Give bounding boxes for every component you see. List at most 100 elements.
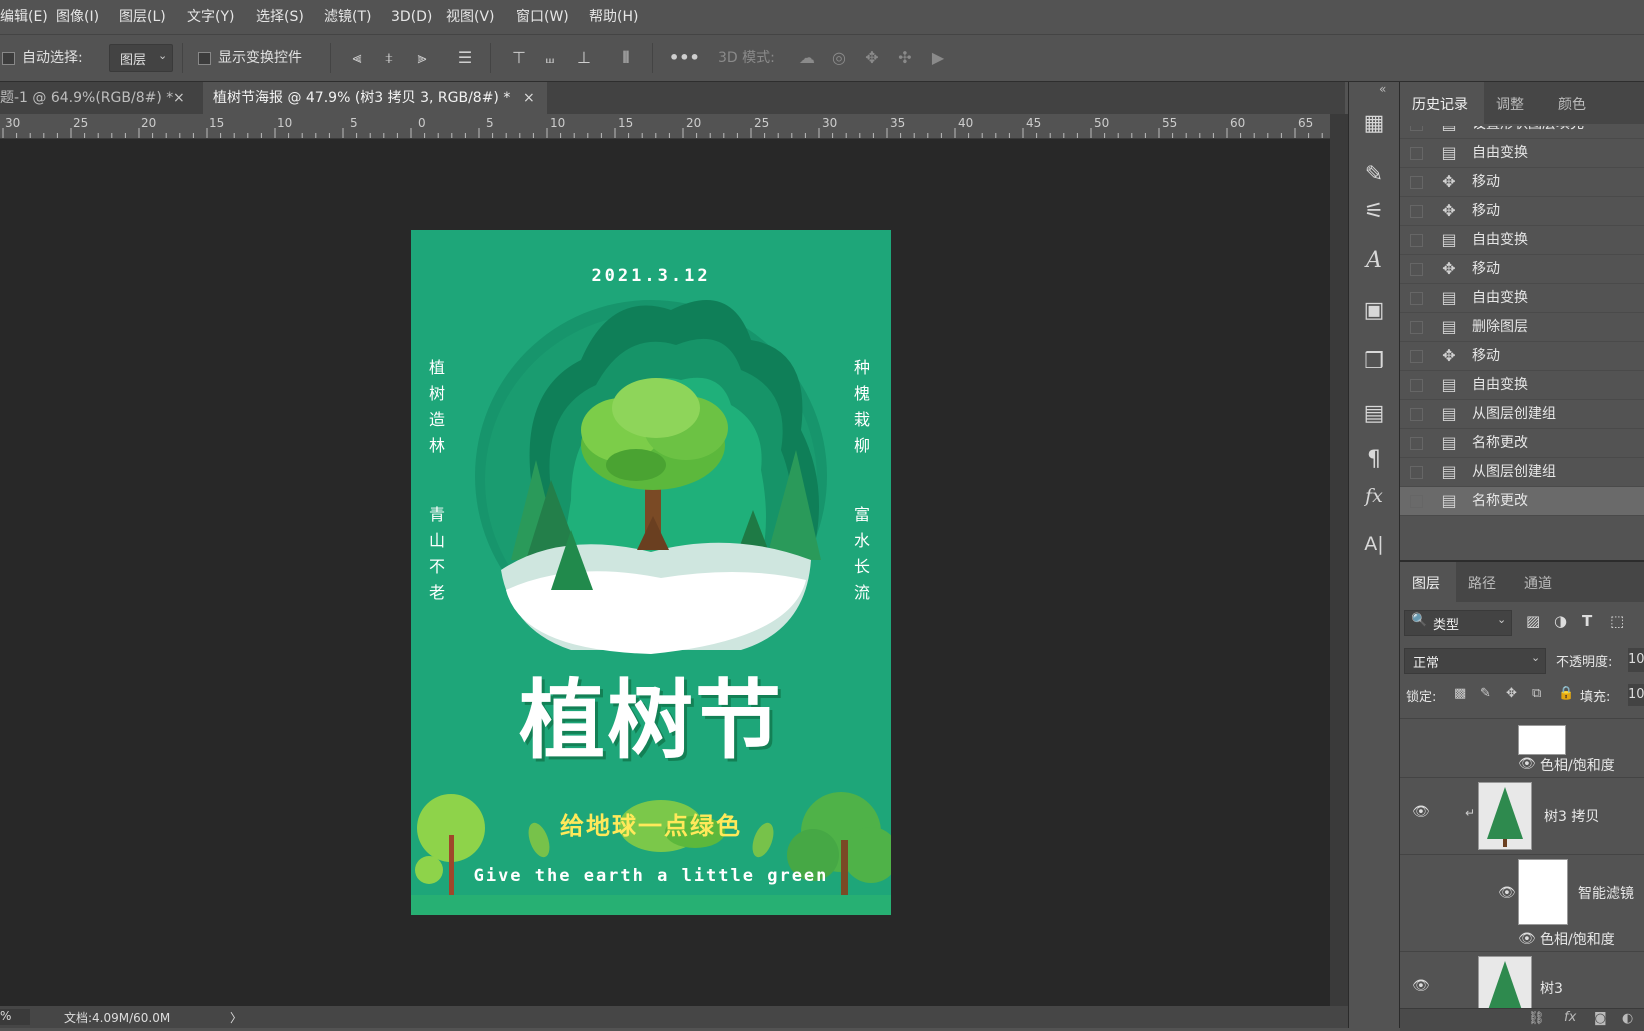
- history-snapshot-checkbox[interactable]: [1410, 234, 1423, 247]
- history-item[interactable]: ▤ 从图层创建组: [1400, 458, 1644, 487]
- history-item[interactable]: ✥ 移动: [1400, 197, 1644, 226]
- align-bottom-icon[interactable]: ⊥: [573, 47, 595, 69]
- history-snapshot-checkbox[interactable]: [1410, 126, 1423, 131]
- paragraph-icon[interactable]: ¶: [1358, 444, 1390, 476]
- history-snapshot-checkbox[interactable]: [1410, 263, 1423, 276]
- 3d-orbit-icon[interactable]: ☁: [796, 47, 818, 69]
- menu-layer[interactable]: 图层(L): [119, 0, 166, 34]
- align-right-icon[interactable]: ⫸: [411, 47, 433, 69]
- menu-filter[interactable]: 滤镜(T): [324, 0, 371, 34]
- history-snapshot-checkbox[interactable]: [1410, 466, 1423, 479]
- history-item[interactable]: ▤ 自由变换: [1400, 371, 1644, 400]
- history-item[interactable]: ▤ 设置形状图层填充: [1400, 126, 1644, 139]
- 3d-roll-icon[interactable]: ◎: [828, 47, 850, 69]
- eye-icon[interactable]: 👁: [1518, 931, 1536, 947]
- 3d-slide-icon[interactable]: ✣: [894, 47, 916, 69]
- character-styles-icon[interactable]: A: [1358, 245, 1390, 277]
- tab-untitled[interactable]: 题-1 @ 64.9%(RGB/8#) * ×: [0, 82, 203, 114]
- auto-select-dropdown[interactable]: 图层 ⌄: [109, 44, 173, 72]
- history-snapshot-checkbox[interactable]: [1410, 321, 1423, 334]
- history-item[interactable]: ▤ 名称更改: [1400, 487, 1644, 516]
- history-snapshot-checkbox[interactable]: [1410, 147, 1423, 160]
- align-hcenter-icon[interactable]: ⧧: [378, 47, 400, 69]
- history-snapshot-checkbox[interactable]: [1410, 437, 1423, 450]
- history-snapshot-checkbox[interactable]: [1410, 205, 1423, 218]
- align-top-icon[interactable]: ⊤: [508, 47, 530, 69]
- collapse-panels-icon[interactable]: «: [1379, 82, 1386, 96]
- layer-row-tree3[interactable]: 👁 树3: [1400, 952, 1644, 1009]
- layer-filter-dropdown[interactable]: 🔍 类型 ⌄: [1404, 610, 1512, 636]
- history-item[interactable]: ▤ 自由变换: [1400, 139, 1644, 168]
- opacity-field[interactable]: 10: [1628, 648, 1644, 672]
- tab-adjustments[interactable]: 调整: [1496, 94, 1524, 114]
- filter-shape-icon[interactable]: ⬚: [1610, 612, 1624, 630]
- history-snapshot-checkbox[interactable]: [1410, 379, 1423, 392]
- canvas-area[interactable]: 2021.3.12 植树造林 青山不老 种槐栽柳 富水长流 植树节 给地球一点绿…: [0, 139, 1330, 1006]
- close-icon[interactable]: ×: [173, 82, 185, 114]
- menu-edit[interactable]: 编辑(E): [0, 0, 48, 34]
- tab-color[interactable]: 颜色: [1558, 94, 1586, 114]
- history-snapshot-checkbox[interactable]: [1410, 292, 1423, 305]
- lock-all-icon[interactable]: 🔒: [1558, 686, 1574, 701]
- eye-icon[interactable]: 👁: [1498, 885, 1516, 901]
- history-item[interactable]: ▤ 删除图层: [1400, 313, 1644, 342]
- history-snapshot-checkbox[interactable]: [1410, 350, 1423, 363]
- menu-3d[interactable]: 3D(D): [391, 0, 432, 34]
- layer-row-tree3-copy[interactable]: 👁 ↵ 树3 拷贝: [1400, 778, 1644, 855]
- distribute-vertical-icon[interactable]: ⫴: [615, 47, 637, 69]
- layer-row-smart-filter[interactable]: 👁 智能滤镜 👁 色相/饱和度: [1400, 855, 1644, 952]
- menu-help[interactable]: 帮助(H): [589, 0, 638, 34]
- history-item[interactable]: ▤ 从图层创建组: [1400, 400, 1644, 429]
- history-snapshot-checkbox[interactable]: [1410, 495, 1423, 508]
- fx-styles-icon[interactable]: fx: [1358, 480, 1390, 512]
- menu-type[interactable]: 文字(Y): [187, 0, 234, 34]
- close-icon[interactable]: ×: [523, 82, 535, 114]
- zoom-field[interactable]: %: [0, 1009, 30, 1025]
- 3d-camera-icon[interactable]: ▶: [927, 47, 949, 69]
- history-item[interactable]: ▤ 自由变换: [1400, 284, 1644, 313]
- grid-icon[interactable]: ▦: [1358, 108, 1390, 140]
- brush-settings-icon[interactable]: ⚟: [1358, 196, 1390, 228]
- swatches-icon[interactable]: ▣: [1358, 295, 1390, 327]
- tab-layers-active[interactable]: 图层: [1400, 562, 1456, 602]
- status-arrow-icon[interactable]: 〉: [230, 1009, 242, 1026]
- blend-mode-dropdown[interactable]: 正常 ⌄: [1404, 648, 1546, 674]
- poster-canvas[interactable]: 2021.3.12 植树造林 青山不老 种槐栽柳 富水长流 植树节 给地球一点绿…: [411, 230, 891, 915]
- history-item[interactable]: ✥ 移动: [1400, 168, 1644, 197]
- link-icon[interactable]: ⛓: [1528, 1011, 1545, 1026]
- eye-icon[interactable]: 👁: [1518, 756, 1536, 772]
- history-snapshot-checkbox[interactable]: [1410, 176, 1423, 189]
- lock-pixels-icon[interactable]: ✎: [1480, 686, 1491, 701]
- history-item[interactable]: ▤ 名称更改: [1400, 429, 1644, 458]
- layer-row-hue-1[interactable]: 👁 色相/饱和度: [1400, 719, 1644, 778]
- menu-select[interactable]: 选择(S): [256, 0, 304, 34]
- tab-paths[interactable]: 路径: [1468, 573, 1496, 593]
- lock-position-icon[interactable]: ✥: [1506, 686, 1517, 701]
- filter-adjust-icon[interactable]: ◑: [1554, 612, 1567, 630]
- tab-channels[interactable]: 通道: [1524, 573, 1552, 593]
- vertical-scrollbar[interactable]: [1330, 114, 1348, 1006]
- menu-view[interactable]: 视图(V): [446, 0, 495, 34]
- history-item[interactable]: ✥ 移动: [1400, 342, 1644, 371]
- history-snapshot-checkbox[interactable]: [1410, 408, 1423, 421]
- align-vcenter-icon[interactable]: ⧢: [539, 47, 561, 69]
- filter-pixel-icon[interactable]: ▨: [1526, 612, 1540, 630]
- filter-type-icon[interactable]: T: [1582, 612, 1592, 630]
- add-mask-icon[interactable]: ◙: [1594, 1011, 1607, 1026]
- distribute-horizontal-icon[interactable]: ☰: [454, 47, 476, 69]
- 3d-icon[interactable]: ❒: [1358, 346, 1390, 378]
- show-transform-checkbox[interactable]: [198, 52, 211, 65]
- eye-icon[interactable]: 👁: [1412, 978, 1430, 994]
- more-icon[interactable]: •••: [669, 47, 700, 69]
- fill-field[interactable]: 10: [1628, 684, 1644, 706]
- menu-image[interactable]: 图像(I): [56, 0, 99, 34]
- 3d-pan-icon[interactable]: ✥: [861, 47, 883, 69]
- history-item[interactable]: ✥ 移动: [1400, 255, 1644, 284]
- adjustment-layer-icon[interactable]: ◐: [1622, 1011, 1633, 1026]
- menu-window[interactable]: 窗口(W): [516, 0, 569, 34]
- character-icon[interactable]: A|: [1358, 528, 1390, 560]
- fx-icon[interactable]: fx: [1564, 1010, 1576, 1025]
- tab-history-active[interactable]: 历史记录: [1400, 82, 1484, 124]
- lock-transparent-icon[interactable]: ▩: [1454, 686, 1466, 701]
- tab-tree-poster[interactable]: 植树节海报 @ 47.9% (树3 拷贝 3, RGB/8#) * ×: [203, 82, 547, 114]
